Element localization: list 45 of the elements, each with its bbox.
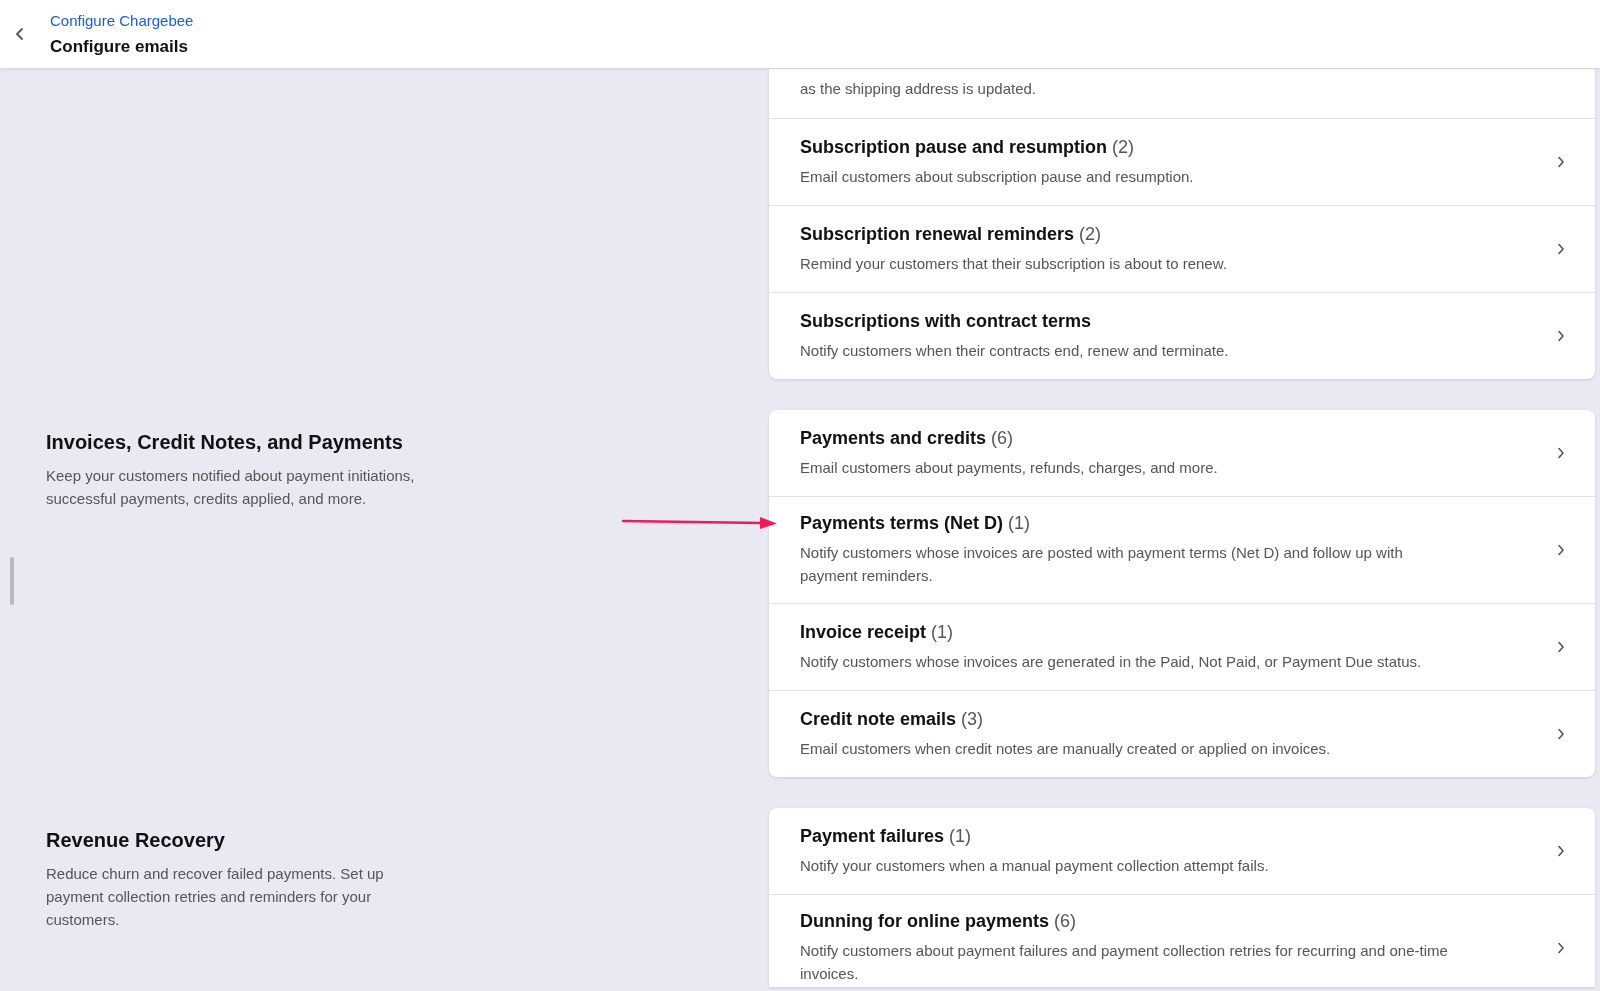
chevron-left-icon	[14, 27, 26, 41]
row-description: Email customers about payments, refunds, charges, and more.	[800, 457, 1219, 478]
section-description: Reduce churn and recover failed payments. Set up payment collection retries and reminders for your customers.	[46, 864, 385, 930]
page-title: Configure emails	[50, 36, 189, 57]
email-category-row[interactable]: Subscription renewal reminders (2) Remind your customers that their subscription is about to renew.	[769, 205, 1595, 292]
row-description: Remind your customers that their subscription is about to renew.	[800, 253, 1228, 274]
row-title: Invoice receipt (1)	[800, 621, 955, 643]
row-description: Notify customers about payment failures and payment collection retries for recurring and one-time invoices.	[800, 941, 1449, 984]
row-description: Notify your customers when a manual payment collection attempt fails.	[800, 855, 1270, 876]
chevron-right-icon	[1557, 728, 1565, 740]
breadcrumb-link[interactable]: Configure Chargebee	[50, 11, 194, 29]
chevron-right-icon	[1557, 243, 1565, 255]
email-category-row[interactable]: Credit note emails (3) Email customers when credit notes are manually created or applied on invoices.	[769, 690, 1595, 777]
row-description: Notify customers whose invoices are generated in the Paid, Not Paid, or Payment Due status.	[800, 651, 1423, 672]
email-category-row[interactable]: Subscriptions with contract terms Notify customers when their contracts end, renew and terminate.	[769, 292, 1595, 379]
row-description: Notify customers whose invoices are posted with payment terms (Net D) and follow up with payment reminders.	[800, 543, 1404, 586]
row-description: Email customers when credit notes are manually created or applied on invoices.	[800, 738, 1332, 759]
chevron-right-icon	[1557, 942, 1565, 954]
row-title: Subscription pause and resumption (2)	[800, 136, 1136, 158]
row-title: Subscription renewal reminders (2)	[800, 223, 1103, 245]
row-description: Email customers about subscription pause and resumption.	[800, 166, 1195, 187]
email-category-row[interactable]: Dunning for online payments (6) Notify customers about payment failures and payment collection retries for recurring and one-time invoices.	[769, 894, 1595, 987]
section-title: Invoices, Credit Notes, and Payments	[46, 431, 404, 454]
email-category-row[interactable]: Invoice receipt (1) Notify customers whose invoices are generated in the Paid, Not Paid, or Payment Due status.	[769, 603, 1595, 690]
chevron-right-icon	[1557, 641, 1565, 653]
chevron-right-icon	[1557, 845, 1565, 857]
row-title: Credit note emails (3)	[800, 708, 985, 730]
chevron-right-icon	[1557, 330, 1565, 342]
row-title: Dunning for online payments (6)	[800, 911, 1077, 932]
section-description: Keep your customers notified about payment initiations, successful payments, credits applied, and more.	[46, 466, 416, 509]
row-description: as the shipping address is updated.	[800, 79, 1036, 99]
email-category-row[interactable]: Payments and credits (6) Email customers about payments, refunds, charges, and more.	[769, 410, 1595, 496]
chevron-right-icon	[1557, 447, 1565, 459]
row-title: Payments terms (Net D) (1)	[800, 513, 1032, 534]
email-category-row[interactable]: Subscription pause and resumption (2) Email customers about subscription pause and resumption.	[769, 118, 1595, 205]
row-title: Payment failures (1)	[800, 825, 973, 847]
email-category-row[interactable]: Payment failures (1) Notify your customers when a manual payment collection attempt fails.	[769, 808, 1595, 894]
row-title: Subscriptions with contract terms	[800, 310, 1093, 332]
chevron-right-icon	[1557, 156, 1565, 168]
email-category-row[interactable]: Payments terms (Net D) (1) Notify customers whose invoices are posted with payment terms (Net D) and follow up with payment reminders.	[769, 496, 1595, 603]
scrollbar-handle[interactable]	[10, 557, 14, 605]
section-title: Revenue Recovery	[46, 829, 226, 852]
row-description: Notify customers when their contracts end, renew and terminate.	[800, 340, 1230, 361]
row-title: Payments and credits (6)	[800, 427, 1015, 449]
chevron-right-icon	[1557, 544, 1565, 556]
